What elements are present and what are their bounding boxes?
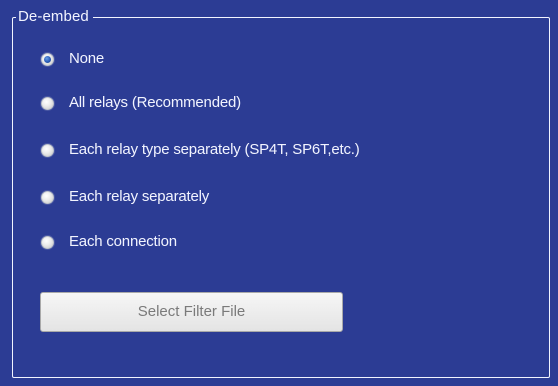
- select-filter-file-button[interactable]: Select Filter File: [40, 292, 343, 332]
- deembed-panel: De-embed None All relays (Recommended) E…: [0, 0, 558, 386]
- deembed-group-legend: De-embed: [16, 7, 93, 27]
- radio-option-each-relay[interactable]: Each relay separately: [36, 184, 209, 210]
- radio-button-icon[interactable]: [41, 96, 54, 110]
- radio-button-icon-selected[interactable]: [41, 52, 54, 66]
- radio-option-all-relays[interactable]: All relays (Recommended): [36, 90, 241, 116]
- radio-button-icon[interactable]: [41, 190, 54, 204]
- radio-button-icon[interactable]: [41, 143, 54, 157]
- radio-button-icon[interactable]: [41, 235, 54, 249]
- radio-option-each-relay-type[interactable]: Each relay type separately (SP4T, SP6T,e…: [36, 137, 360, 163]
- radio-option-none[interactable]: None: [36, 46, 104, 72]
- radio-label-all-relays: All relays (Recommended): [69, 94, 241, 111]
- radio-label-none: None: [69, 50, 105, 67]
- radio-label-each-connection: Each connection: [69, 233, 177, 250]
- radio-option-each-connection[interactable]: Each connection: [36, 229, 177, 255]
- radio-label-each-relay-type: Each relay type separately (SP4T, SP6T,e…: [69, 141, 360, 158]
- radio-label-each-relay: Each relay separately: [69, 188, 210, 205]
